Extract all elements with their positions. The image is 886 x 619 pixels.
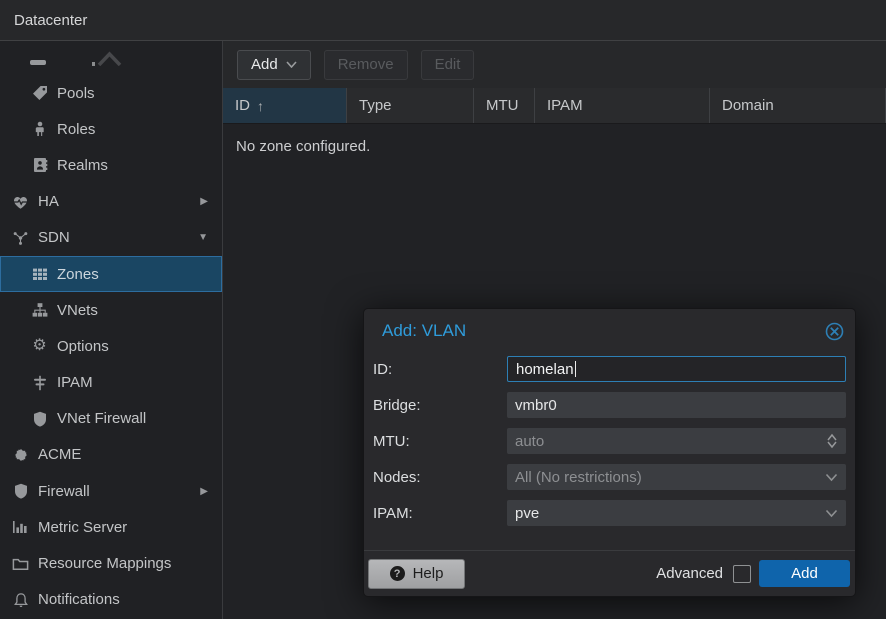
sitemap-icon: [31, 302, 48, 319]
ipam-field-label: IPAM:: [373, 505, 507, 522]
gear-icon: ⚙: [31, 338, 48, 355]
add-vlan-dialog: Add: VLAN ID: homelan Bridge: vmbr0 MTU:: [363, 308, 856, 597]
chevron-right-icon[interactable]: ▶: [200, 486, 208, 497]
sidebar-item-label: SDN: [38, 229, 70, 246]
edit-button[interactable]: Edit: [421, 50, 475, 80]
column-header-type[interactable]: Type: [347, 88, 474, 123]
sidebar-item-label: VNet Firewall: [57, 410, 146, 427]
sidebar-item-vnet-firewall[interactable]: VNet Firewall: [0, 401, 222, 437]
page-title: Datacenter: [14, 12, 87, 29]
sidebar-item-label: Zones: [57, 266, 99, 283]
nodes-field-label: Nodes:: [373, 469, 507, 486]
add-submit-button[interactable]: Add: [759, 560, 850, 587]
sidebar-item-acme[interactable]: ACME: [0, 437, 222, 473]
toolbar: Add Remove Edit: [223, 41, 886, 88]
shield-icon: [12, 483, 29, 500]
sidebar-item-vnets[interactable]: VNets: [0, 292, 222, 328]
question-circle-icon: ?: [390, 566, 405, 581]
mtu-field-label: MTU:: [373, 433, 507, 450]
network-icon: [12, 229, 29, 246]
dialog-body: ID: homelan Bridge: vmbr0 MTU: auto Node…: [364, 356, 855, 526]
grid-icon: [31, 266, 48, 283]
sidebar-item-ipam[interactable]: IPAM: [0, 365, 222, 401]
sidebar-item-label: Notifications: [38, 591, 120, 608]
id-field-label: ID:: [373, 361, 507, 378]
sidebar-item-label: VNets: [57, 302, 98, 319]
empty-table-message: No zone configured.: [223, 124, 886, 155]
address-book-icon: [31, 157, 48, 174]
tag-icon: [31, 85, 48, 102]
help-button[interactable]: ? Help: [368, 559, 465, 589]
nodes-combo[interactable]: All (No restrictions): [507, 464, 846, 490]
bridge-field-label: Bridge:: [373, 397, 507, 414]
chevron-down-icon[interactable]: ▼: [198, 232, 208, 243]
sliders-icon: [31, 374, 48, 391]
column-header-label: Domain: [722, 97, 774, 114]
folder-icon: [12, 555, 29, 572]
sidebar-item-label: HA: [38, 193, 59, 210]
person-icon: [31, 121, 48, 138]
seal-icon: [12, 446, 29, 463]
column-header-label: MTU: [486, 97, 519, 114]
add-button[interactable]: Add: [237, 50, 311, 80]
dialog-header: Add: VLAN: [364, 309, 855, 353]
dialog-footer: ? Help Advanced Add: [364, 550, 855, 596]
heartbeat-icon: [12, 193, 29, 210]
table-header: ID ↑ Type MTU IPAM Domain: [223, 88, 886, 124]
text-cursor: [575, 361, 576, 377]
sidebar-item-firewall[interactable]: Firewall ▶: [0, 473, 222, 509]
sidebar-item-label: Options: [57, 338, 109, 355]
sidebar-item-label: Firewall: [38, 483, 90, 500]
chevron-down-icon[interactable]: [825, 509, 838, 518]
bridge-input[interactable]: vmbr0: [507, 392, 846, 418]
sidebar-item-sdn[interactable]: SDN ▼: [0, 220, 222, 256]
sort-ascending-icon: ↑: [257, 98, 264, 114]
sidebar-item-label: Resource Mappings: [38, 555, 171, 572]
chevron-down-icon[interactable]: [825, 473, 838, 482]
sidebar-item-realms[interactable]: Realms: [0, 147, 222, 183]
column-header-domain[interactable]: Domain: [710, 88, 886, 123]
column-header-ipam[interactable]: IPAM: [535, 88, 710, 123]
chevron-up-icon: [97, 50, 122, 71]
sidebar-item-label: ACME: [38, 446, 81, 463]
sidebar-item-label: Roles: [57, 121, 95, 138]
dialog-title: Add: VLAN: [382, 321, 466, 341]
sidebar-item-label: Pools: [57, 85, 95, 102]
sidebar-item-resource-mappings[interactable]: Resource Mappings: [0, 545, 222, 581]
shield-icon: [31, 410, 48, 427]
close-icon[interactable]: [825, 322, 844, 341]
sidebar: Pools Roles Realms HA ▶ SDN ▼ Zones VNets ⚙ Option…: [0, 41, 223, 619]
sidebar-item-label: Metric Server: [38, 519, 127, 536]
remove-button[interactable]: Remove: [324, 50, 408, 80]
advanced-label: Advanced: [656, 565, 723, 582]
partial-icon: [30, 60, 46, 65]
sidebar-item-partial[interactable]: [0, 41, 222, 75]
sidebar-item-pools[interactable]: Pools: [0, 75, 222, 111]
bell-icon: [12, 591, 29, 608]
id-input[interactable]: homelan: [507, 356, 846, 382]
sidebar-item-roles[interactable]: Roles: [0, 111, 222, 147]
sidebar-item-zones[interactable]: Zones: [0, 256, 222, 292]
column-header-mtu[interactable]: MTU: [474, 88, 535, 123]
column-header-label: Type: [359, 97, 392, 114]
ipam-combo[interactable]: pve: [507, 500, 846, 526]
sidebar-item-notifications[interactable]: Notifications: [0, 582, 222, 618]
bar-chart-icon: [12, 519, 29, 536]
column-header-id[interactable]: ID ↑: [223, 88, 347, 123]
advanced-checkbox[interactable]: [733, 565, 751, 583]
sidebar-item-metric-server[interactable]: Metric Server: [0, 509, 222, 545]
chevron-right-icon[interactable]: ▶: [200, 196, 208, 207]
top-bar: Datacenter: [0, 0, 886, 41]
mtu-spinner[interactable]: auto: [507, 428, 846, 454]
spinner-up-down-icon[interactable]: [826, 433, 838, 449]
partial-text-fragment: [92, 62, 95, 66]
chevron-down-icon: [286, 61, 297, 68]
column-header-label: IPAM: [547, 97, 583, 114]
column-header-label: ID: [235, 97, 250, 114]
sidebar-item-label: IPAM: [57, 374, 93, 391]
sidebar-item-options[interactable]: ⚙ Options: [0, 328, 222, 364]
sidebar-item-label: Realms: [57, 157, 108, 174]
sidebar-item-ha[interactable]: HA ▶: [0, 184, 222, 220]
